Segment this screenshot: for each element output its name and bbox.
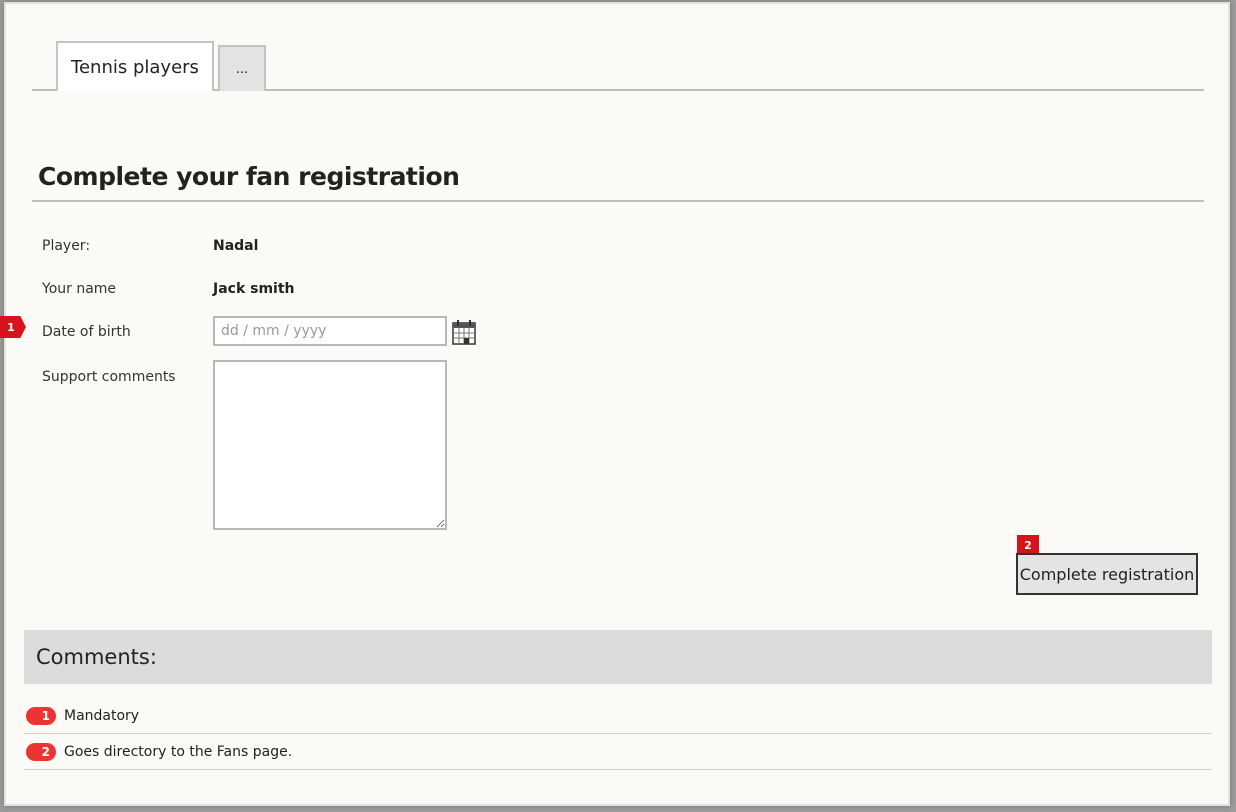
player-label: Player: <box>42 238 91 254</box>
heading-divider <box>32 200 1204 202</box>
annotation-marker-1: 1 <box>0 316 26 338</box>
complete-registration-button[interactable]: Complete registration <box>1016 553 1198 595</box>
your-name-value: Jack smith <box>213 281 295 297</box>
date-of-birth-label: Date of birth <box>42 324 131 340</box>
comments-header: Comments: <box>24 630 1212 684</box>
comment-badge: 2 <box>26 742 56 761</box>
your-name-label: Your name <box>42 281 117 297</box>
comments-title: Comments: <box>36 645 157 669</box>
comment-badge: 1 <box>26 706 56 725</box>
comment-text: Goes directory to the Fans page. <box>64 743 293 760</box>
player-value: Nadal <box>213 238 259 254</box>
date-of-birth-input[interactable] <box>213 316 447 346</box>
calendar-icon[interactable] <box>452 319 476 345</box>
support-comments-textarea[interactable] <box>213 360 447 530</box>
page-canvas: Tennis players ... Complete your fan reg… <box>0 4 1228 804</box>
comment-item: 1 Mandatory <box>24 698 1212 734</box>
tab-tennis-players[interactable]: Tennis players <box>56 41 214 91</box>
page-title: Complete your fan registration <box>38 162 460 191</box>
comment-text: Mandatory <box>64 707 140 724</box>
comment-item: 2 Goes directory to the Fans page. <box>24 734 1212 770</box>
tab-bar: Tennis players ... <box>32 41 1204 91</box>
tab-more[interactable]: ... <box>218 45 266 91</box>
support-comments-label: Support comments <box>42 369 176 385</box>
